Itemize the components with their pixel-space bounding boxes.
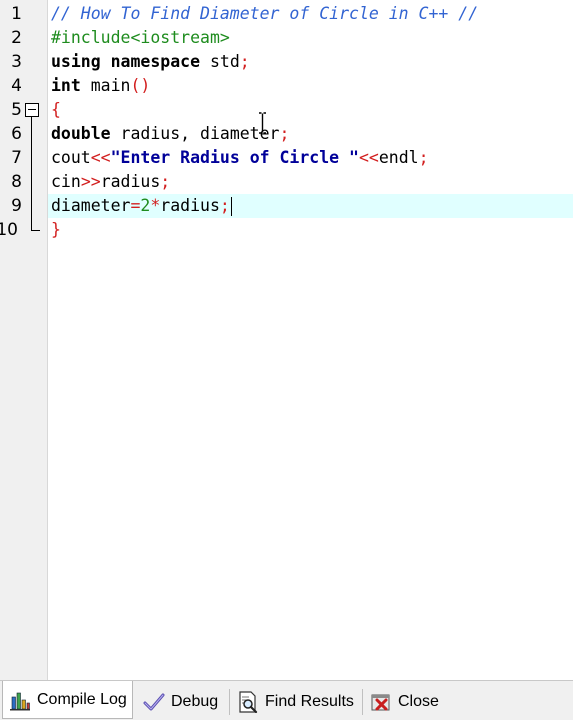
line-number: 10 — [0, 220, 18, 240]
tab-compile-log[interactable]: Compile Log — [2, 681, 133, 719]
code-line-4[interactable]: 4 int main() — [0, 74, 573, 98]
comment-token: // How To Find Diameter of Circle in C++… — [51, 4, 479, 23]
code-line-7[interactable]: 7 cout<<"Enter Radius of Circle "<<endl; — [0, 146, 573, 170]
close-icon — [371, 694, 390, 711]
code-line-text[interactable]: double radius, diameter; — [51, 122, 289, 146]
code-line-2[interactable]: 2 #include<iostream> — [0, 26, 573, 50]
line-number: 3 — [11, 52, 22, 72]
code-line-text[interactable]: #include<iostream> — [51, 26, 230, 50]
find-document-icon — [239, 691, 258, 713]
code-line-text[interactable]: diameter=2*radius; — [51, 194, 232, 218]
code-line-3[interactable]: 3 using namespace std; — [0, 50, 573, 74]
line-number: 9 — [11, 196, 22, 216]
fold-collapse-icon[interactable] — [25, 103, 39, 117]
code-line-text[interactable]: cin>>radius; — [51, 170, 170, 194]
tab-find-results[interactable]: Find Results — [237, 686, 354, 718]
code-line-text[interactable]: } — [51, 218, 61, 242]
tab-label: Debug — [171, 693, 219, 710]
bottom-panel-tabs: Compile Log Debug Find Results Close — [0, 680, 573, 720]
line-number: 8 — [11, 172, 22, 192]
bar-chart-icon — [10, 692, 30, 710]
line-number: 1 — [11, 4, 22, 24]
code-line-5[interactable]: 5 { — [0, 98, 573, 122]
tab-label: Close — [398, 693, 439, 710]
code-line-text[interactable]: using namespace std; — [51, 50, 250, 74]
code-line-1[interactable]: 1 // How To Find Diameter of Circle in C… — [0, 2, 573, 26]
line-number: 2 — [11, 28, 22, 48]
text-caret — [230, 197, 232, 216]
code-line-text[interactable]: cout<<"Enter Radius of Circle "<<endl; — [51, 146, 429, 170]
checkmark-icon — [143, 693, 165, 711]
code-line-9[interactable]: 9 diameter=2*radius; — [0, 194, 573, 218]
tab-separator — [362, 689, 363, 715]
code-line-8[interactable]: 8 cin>>radius; — [0, 170, 573, 194]
code-line-6[interactable]: 6 double radius, diameter; — [0, 122, 573, 146]
line-number: 5 — [11, 100, 22, 120]
code-line-text[interactable]: { — [51, 98, 61, 122]
tab-label: Find Results — [265, 693, 354, 710]
code-line-10[interactable]: 10 } — [0, 218, 573, 242]
code-editor[interactable]: 1 // How To Find Diameter of Circle in C… — [0, 0, 573, 680]
line-number: 6 — [11, 124, 22, 144]
text-cursor-icon — [259, 112, 266, 134]
fold-end-marker — [31, 218, 40, 231]
close-button[interactable]: Close — [370, 686, 439, 718]
tab-label: Compile Log — [37, 690, 127, 708]
tab-debug[interactable]: Debug — [143, 686, 218, 718]
preprocessor-token: #include<iostream> — [51, 28, 230, 47]
line-number: 4 — [11, 76, 22, 96]
code-line-text[interactable]: // How To Find Diameter of Circle in C++… — [51, 2, 478, 26]
code-line-text[interactable]: int main() — [51, 74, 150, 98]
tab-separator — [229, 689, 230, 715]
close-brace-token: } — [51, 220, 61, 239]
open-brace-token: { — [51, 100, 61, 119]
line-number: 7 — [11, 148, 22, 168]
